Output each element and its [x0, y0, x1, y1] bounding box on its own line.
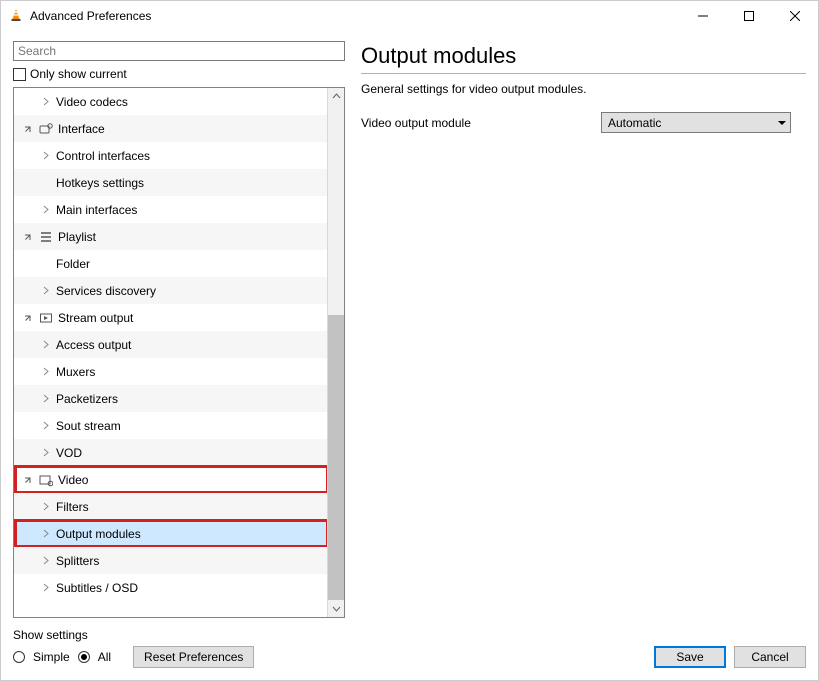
window-title: Advanced Preferences — [30, 9, 151, 23]
only-show-current-row[interactable]: Only show current — [13, 65, 345, 83]
expand-right-icon[interactable] — [38, 448, 52, 457]
tree-item-label: Playlist — [58, 230, 96, 244]
expand-right-icon[interactable] — [38, 97, 52, 106]
tree-item[interactable]: Sout stream — [14, 412, 327, 439]
divider — [361, 73, 806, 74]
tree-item-label: Hotkeys settings — [56, 176, 144, 190]
tree-item[interactable]: Playlist — [14, 223, 327, 250]
only-show-current-checkbox[interactable] — [13, 68, 26, 81]
expand-right-icon[interactable] — [38, 340, 52, 349]
scroll-track[interactable] — [328, 105, 344, 600]
tree-item[interactable]: Hotkeys settings — [14, 169, 327, 196]
tree-item[interactable]: Services discovery — [14, 277, 327, 304]
select-value: Automatic — [608, 116, 661, 130]
video-output-module-select[interactable]: Automatic — [601, 112, 791, 133]
interface-icon — [38, 121, 54, 137]
scroll-up-button[interactable] — [328, 88, 344, 105]
expand-open-icon[interactable] — [20, 475, 34, 484]
expand-open-icon[interactable] — [20, 232, 34, 241]
tree-item-label: Folder — [56, 257, 90, 271]
cancel-button[interactable]: Cancel — [734, 646, 806, 668]
search-input[interactable] — [13, 41, 345, 61]
stream-icon — [38, 310, 54, 326]
simple-label: Simple — [33, 650, 70, 664]
tree-item-label: Filters — [56, 500, 89, 514]
preferences-tree[interactable]: Video codecs Interface Control interfaces H… — [14, 88, 327, 617]
show-settings-label: Show settings — [13, 628, 254, 642]
tree-item-label: Subtitles / OSD — [56, 581, 138, 595]
tree-item[interactable]: Subtitles / OSD — [14, 574, 327, 601]
tree-item-label: Main interfaces — [56, 203, 137, 217]
tree-item[interactable]: Splitters — [14, 547, 327, 574]
panel-description: General settings for video output module… — [361, 82, 806, 96]
tree-item[interactable]: Packetizers — [14, 385, 327, 412]
tree-item[interactable]: Muxers — [14, 358, 327, 385]
scroll-thumb[interactable] — [328, 315, 344, 600]
tree-item[interactable]: Folder — [14, 250, 327, 277]
playlist-icon — [38, 229, 54, 245]
expand-right-icon[interactable] — [38, 151, 52, 160]
scroll-down-button[interactable] — [328, 600, 344, 617]
expand-right-icon[interactable] — [38, 502, 52, 511]
minimize-button[interactable] — [680, 1, 726, 31]
tree-item[interactable]: Video codecs — [14, 88, 327, 115]
show-settings-simple-radio[interactable] — [13, 651, 25, 663]
reset-preferences-button[interactable]: Reset Preferences — [133, 646, 254, 668]
expand-open-icon[interactable] — [20, 313, 34, 322]
tree-item[interactable]: Stream output — [14, 304, 327, 331]
expand-right-icon[interactable] — [38, 583, 52, 592]
tree-item-label: Muxers — [56, 365, 95, 379]
tree-item-label: Services discovery — [56, 284, 156, 298]
tree-item-label: Packetizers — [56, 392, 118, 406]
tree-item-label: Access output — [56, 338, 131, 352]
tree-item[interactable]: Control interfaces — [14, 142, 327, 169]
app-icon — [9, 8, 23, 25]
expand-right-icon[interactable] — [38, 367, 52, 376]
expand-right-icon[interactable] — [38, 556, 52, 565]
tree-scrollbar[interactable] — [327, 88, 344, 617]
all-label: All — [98, 650, 111, 664]
tree-item[interactable]: Video — [14, 466, 327, 493]
tree-item[interactable]: Access output — [14, 331, 327, 358]
tree-item[interactable]: Filters — [14, 493, 327, 520]
tree-item-label: Video — [58, 473, 88, 487]
tree-item-label: Output modules — [56, 527, 141, 541]
video-output-module-label: Video output module — [361, 116, 581, 130]
tree-item-label: Interface — [58, 122, 105, 136]
tree-item[interactable]: Output modules — [14, 520, 327, 547]
tree-item-label: Video codecs — [56, 95, 128, 109]
tree-item-label: Control interfaces — [56, 149, 150, 163]
video-icon — [38, 472, 54, 488]
tree-item[interactable]: VOD — [14, 439, 327, 466]
expand-right-icon[interactable] — [38, 421, 52, 430]
show-settings-all-radio[interactable] — [78, 651, 90, 663]
tree-item[interactable]: Main interfaces — [14, 196, 327, 223]
expand-open-icon[interactable] — [20, 124, 34, 133]
tree-item-label: Sout stream — [56, 419, 121, 433]
close-button[interactable] — [772, 1, 818, 31]
tree-item-label: Splitters — [56, 554, 99, 568]
tree-item-label: VOD — [56, 446, 82, 460]
expand-right-icon[interactable] — [38, 529, 52, 538]
panel-title: Output modules — [361, 43, 806, 69]
expand-right-icon[interactable] — [38, 394, 52, 403]
expand-right-icon[interactable] — [38, 286, 52, 295]
tree-item-label: Stream output — [58, 311, 133, 325]
only-show-current-label: Only show current — [30, 67, 127, 81]
titlebar: Advanced Preferences — [1, 1, 818, 31]
maximize-button[interactable] — [726, 1, 772, 31]
tree-item[interactable]: Interface — [14, 115, 327, 142]
chevron-down-icon — [778, 116, 786, 130]
expand-right-icon[interactable] — [38, 205, 52, 214]
save-button[interactable]: Save — [654, 646, 726, 668]
